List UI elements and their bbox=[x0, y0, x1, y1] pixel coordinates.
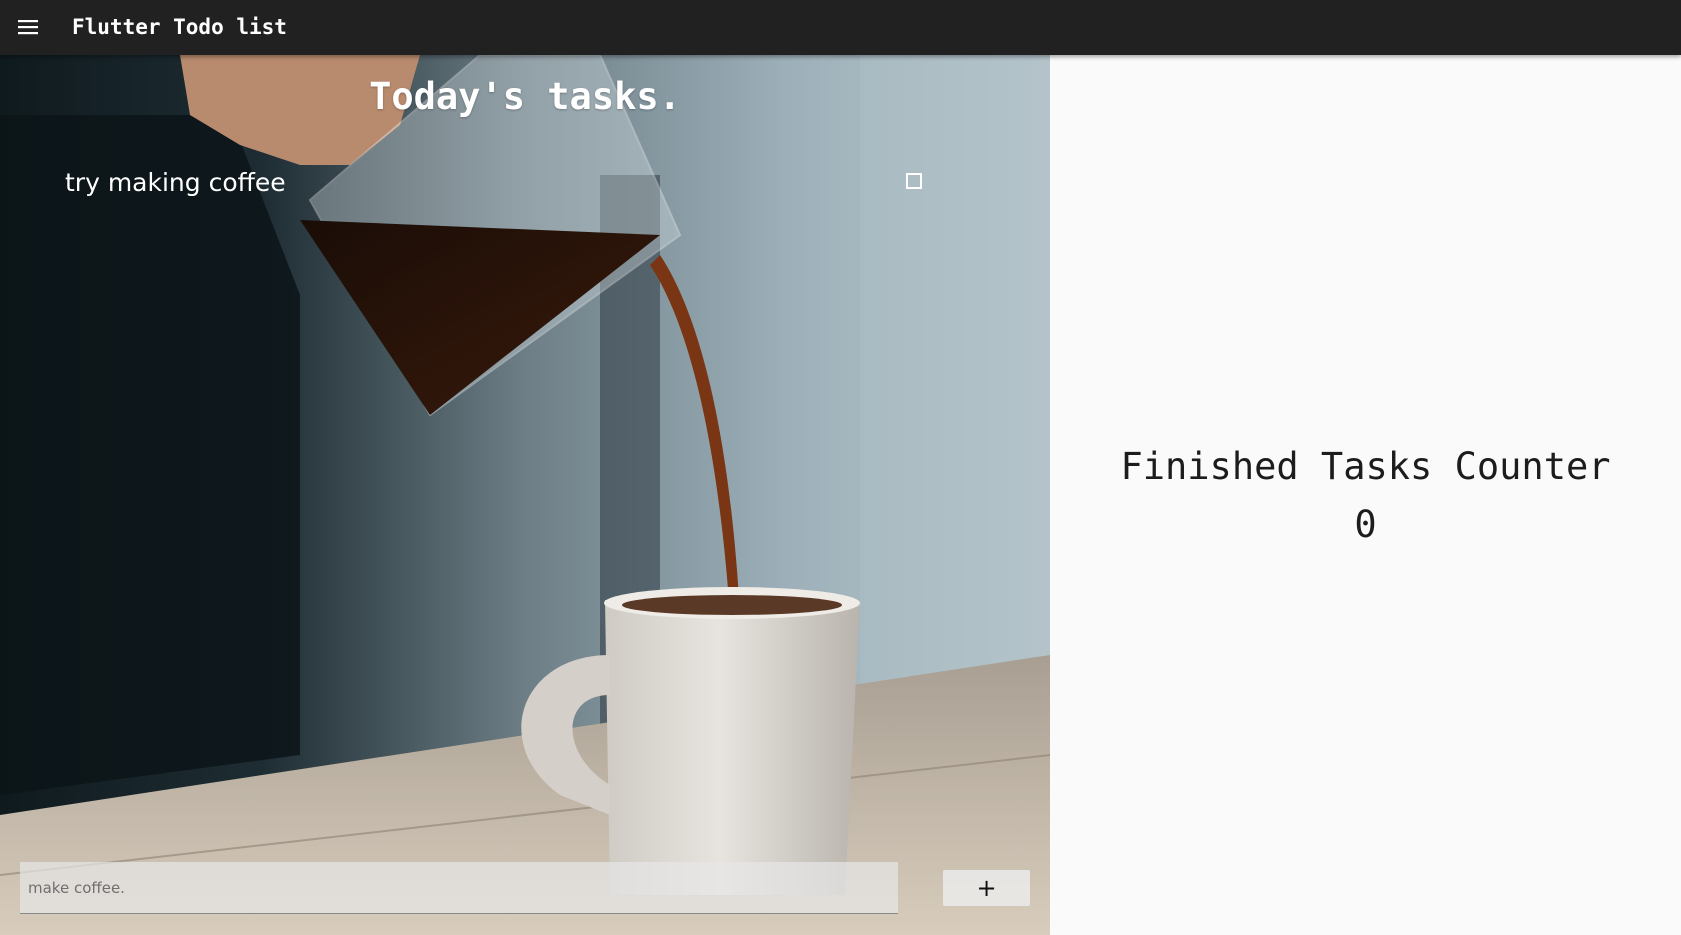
counter-title: Finished Tasks Counter bbox=[1120, 445, 1611, 488]
new-task-input[interactable] bbox=[20, 862, 898, 913]
hamburger-menu-icon bbox=[18, 20, 38, 35]
counter-panel: Finished Tasks Counter 0 bbox=[1050, 55, 1681, 935]
menu-button[interactable] bbox=[8, 7, 48, 47]
task-label: try making coffee bbox=[65, 168, 286, 197]
plus-icon: + bbox=[976, 874, 997, 902]
task-checkbox[interactable] bbox=[906, 173, 922, 189]
new-task-field[interactable] bbox=[20, 862, 898, 914]
task-item[interactable]: try making coffee bbox=[50, 160, 980, 210]
counter-value: 0 bbox=[1354, 503, 1377, 546]
tasks-title: Today's tasks. bbox=[369, 75, 681, 118]
app-title: Flutter Todo list bbox=[72, 15, 287, 39]
add-task-button[interactable]: + bbox=[943, 870, 1030, 906]
app-bar: Flutter Todo list bbox=[0, 0, 1681, 55]
tasks-panel: Today's tasks. try making coffee + bbox=[0, 55, 1050, 935]
